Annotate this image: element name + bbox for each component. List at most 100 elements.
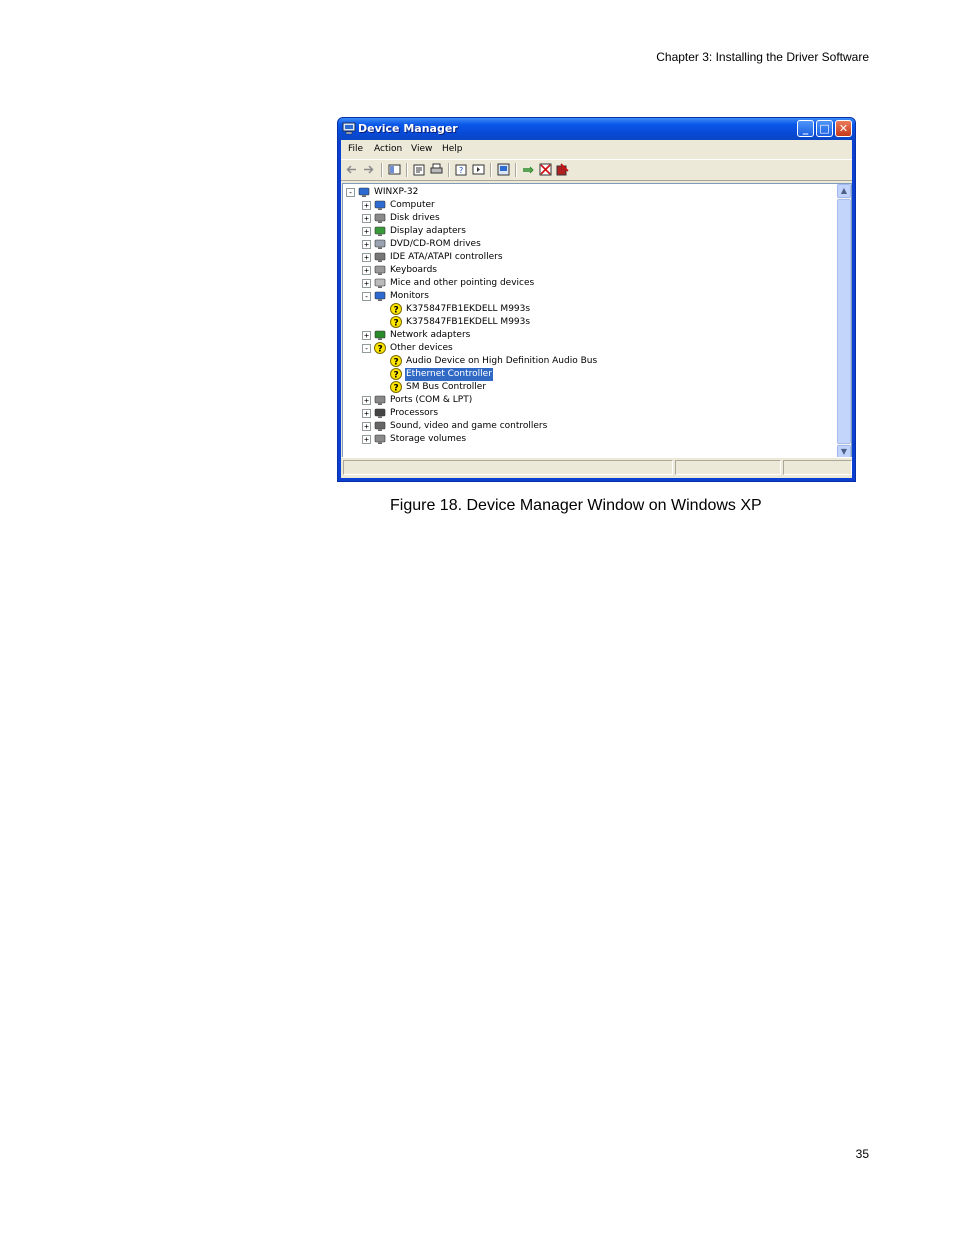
running-header: Chapter 3: Installing the Driver Softwar… xyxy=(656,50,869,64)
unknown-device-warning-icon: ? xyxy=(390,368,402,381)
expand-toggle[interactable]: + xyxy=(362,435,371,444)
expand-toggle[interactable]: + xyxy=(362,331,371,340)
vertical-scrollbar[interactable]: ▲ ▼ xyxy=(837,184,851,459)
uninstall-device-icon[interactable] xyxy=(556,163,569,176)
tree-item-label[interactable]: SM Bus Controller xyxy=(405,381,487,394)
expand-toggle[interactable]: + xyxy=(362,214,371,223)
status-pane xyxy=(343,460,673,475)
tree-item-label[interactable]: Audio Device on High Definition Audio Bu… xyxy=(405,355,598,368)
menu-view[interactable]: View xyxy=(411,144,432,154)
expand-toggle[interactable]: + xyxy=(362,266,371,275)
expand-toggle[interactable]: + xyxy=(362,201,371,210)
update-driver-icon[interactable] xyxy=(522,163,535,176)
expand-toggle[interactable]: + xyxy=(362,279,371,288)
collapse-toggle[interactable]: - xyxy=(346,188,355,197)
computer-icon xyxy=(342,122,356,135)
tree-item-label[interactable]: Network adapters xyxy=(389,329,471,342)
tree-item-label[interactable]: WINXP-32 xyxy=(373,186,419,199)
network-adapter-icon xyxy=(374,329,386,341)
storage-volume-icon xyxy=(374,433,386,445)
tree-item-label[interactable]: K375847FB1EKDELL M993s xyxy=(405,303,531,316)
minimize-button[interactable]: _ xyxy=(797,120,814,137)
tree-item-label[interactable]: Computer xyxy=(389,199,436,212)
tree-item-label[interactable]: Mice and other pointing devices xyxy=(389,277,535,290)
svg-text:?: ? xyxy=(394,319,399,329)
close-button[interactable]: ✕ xyxy=(835,120,852,137)
device-manager-window: Device Manager _ □ ✕ File Action View He… xyxy=(337,117,856,482)
menu-file[interactable]: File xyxy=(348,144,363,154)
tree-item-label[interactable]: Ethernet Controller xyxy=(405,368,493,381)
display-adapter-icon xyxy=(374,225,386,237)
scroll-up-button[interactable]: ▲ xyxy=(837,184,851,198)
tree-item-label[interactable]: Keyboards xyxy=(389,264,438,277)
svg-text:?: ? xyxy=(394,384,399,394)
expand-toggle[interactable]: + xyxy=(362,396,371,405)
toolbar-separator xyxy=(515,163,517,177)
disable-device-icon[interactable] xyxy=(539,163,552,176)
unknown-device-icon: ? xyxy=(374,342,386,355)
unknown-device-warning-icon: ? xyxy=(390,355,402,368)
collapse-toggle[interactable]: - xyxy=(362,344,371,353)
toolbar-separator xyxy=(490,163,492,177)
monitor-warning-icon: ? xyxy=(390,303,402,316)
processor-icon xyxy=(374,407,386,419)
toolbar-separator xyxy=(406,163,408,177)
svg-text:?: ? xyxy=(394,358,399,368)
device-tree[interactable]: - WINXP-32 + Computer + Disk drives + Display a… xyxy=(342,183,852,460)
tree-item-label[interactable]: Disk drives xyxy=(389,212,441,225)
tree-item-label[interactable]: Ports (COM & LPT) xyxy=(389,394,473,407)
tree-item-label[interactable]: Other devices xyxy=(389,342,454,355)
title-bar[interactable]: Device Manager _ □ ✕ xyxy=(338,118,855,140)
svg-text:?: ? xyxy=(394,306,399,316)
monitor-warning-icon: ? xyxy=(390,316,402,329)
expand-toggle[interactable]: + xyxy=(362,409,371,418)
forward-arrow-icon[interactable] xyxy=(362,163,375,176)
port-icon xyxy=(374,394,386,406)
tree-item-label[interactable]: DVD/CD-ROM drives xyxy=(389,238,482,251)
print-icon[interactable] xyxy=(430,163,443,176)
mouse-icon xyxy=(374,277,386,289)
scroll-thumb[interactable] xyxy=(837,199,851,444)
status-bar xyxy=(341,457,852,478)
ide-controller-icon xyxy=(374,251,386,263)
unknown-device-warning-icon: ? xyxy=(390,381,402,394)
collapse-toggle[interactable]: - xyxy=(362,292,371,301)
help-icon[interactable]: ? xyxy=(455,163,468,176)
back-arrow-icon[interactable] xyxy=(345,163,358,176)
expand-toggle[interactable]: + xyxy=(362,253,371,262)
expand-toggle[interactable]: + xyxy=(362,240,371,249)
window-title: Device Manager xyxy=(358,122,458,135)
maximize-button[interactable]: □ xyxy=(816,120,833,137)
scan-hardware-icon[interactable] xyxy=(497,163,510,176)
figure-caption: Figure 18. Device Manager Window on Wind… xyxy=(390,497,762,514)
disk-drive-icon xyxy=(374,212,386,224)
expand-toggle[interactable]: + xyxy=(362,422,371,431)
svg-text:?: ? xyxy=(394,371,399,381)
expand-toggle[interactable]: + xyxy=(362,227,371,236)
tree-item-label[interactable]: Monitors xyxy=(389,290,430,303)
toolbar-separator xyxy=(448,163,450,177)
tree-item-label[interactable]: Processors xyxy=(389,407,439,420)
monitor-icon xyxy=(374,290,386,302)
view-details-icon[interactable] xyxy=(472,163,485,176)
tree-item-label[interactable]: Display adapters xyxy=(389,225,467,238)
dvd-drive-icon xyxy=(374,238,386,250)
menu-bar: File Action View Help xyxy=(341,140,852,158)
svg-text:?: ? xyxy=(378,345,383,355)
properties-icon[interactable] xyxy=(413,163,426,176)
computer-icon xyxy=(374,199,386,211)
svg-text:?: ? xyxy=(459,166,463,175)
status-pane xyxy=(675,460,781,475)
computer-icon xyxy=(358,186,370,198)
tree-item-label[interactable]: IDE ATA/ATAPI controllers xyxy=(389,251,504,264)
menu-action[interactable]: Action xyxy=(374,144,402,154)
tree-item-label[interactable]: K375847FB1EKDELL M993s xyxy=(405,316,531,329)
tree-item-label[interactable]: Storage volumes xyxy=(389,433,467,446)
window-client: File Action View Help ? - WINXP-32 + Comput… xyxy=(341,140,852,478)
toolbar: ? xyxy=(341,159,852,181)
sound-icon xyxy=(374,420,386,432)
tree-item-label[interactable]: Sound, video and game controllers xyxy=(389,420,548,433)
menu-help[interactable]: Help xyxy=(442,144,463,154)
show-hide-tree-icon[interactable] xyxy=(388,163,401,176)
status-pane xyxy=(783,460,852,475)
